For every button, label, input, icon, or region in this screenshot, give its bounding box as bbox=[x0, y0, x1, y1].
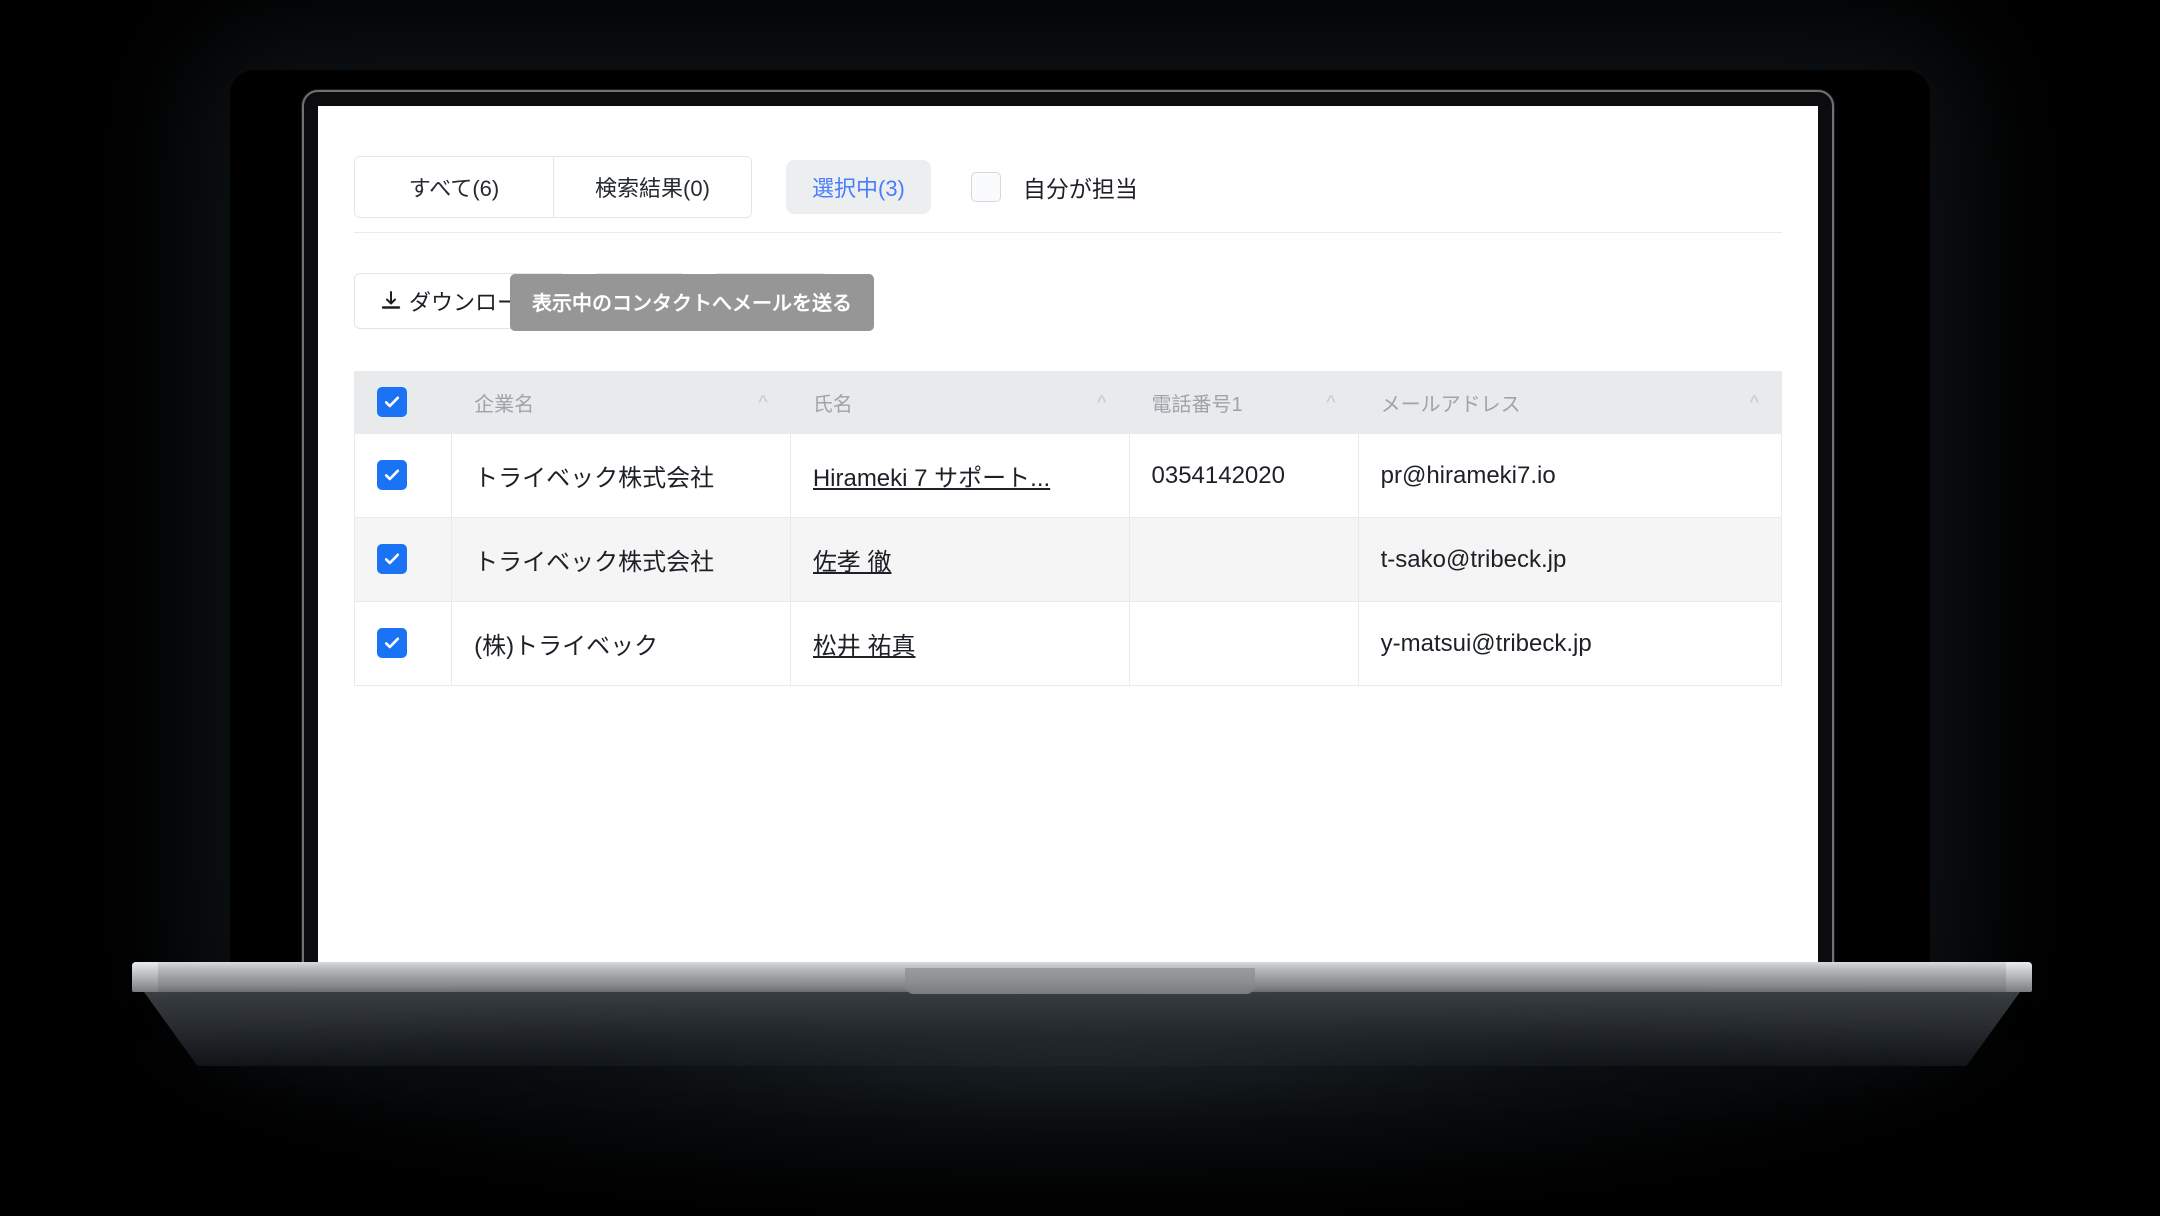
header-company[interactable]: 企業名 ^ bbox=[451, 371, 791, 434]
tab-all[interactable]: すべて(6) bbox=[355, 157, 553, 217]
segmented-tab-group: すべて(6) 検索結果(0) bbox=[354, 156, 752, 218]
table-body: トライベック株式会社 Hirameki 7 サポート... 0354142020… bbox=[353, 433, 1783, 686]
owner-filter-label: 自分が担当 bbox=[1022, 176, 1138, 202]
cell-name: 松井 祐真 bbox=[789, 601, 1130, 686]
header-email[interactable]: メールアドレス ^ bbox=[1357, 371, 1783, 434]
cell-company: トライベック株式会社 bbox=[451, 433, 791, 518]
contact-name-link[interactable]: 松井 祐真 bbox=[813, 626, 1107, 661]
row-select-cell bbox=[353, 517, 453, 602]
cell-phone bbox=[1128, 601, 1359, 686]
tab-selected-count[interactable]: 選択中(3) bbox=[786, 160, 931, 214]
cell-company: (株)トライベック bbox=[451, 601, 791, 686]
sort-asc-icon[interactable]: ^ bbox=[758, 393, 767, 413]
cell-email: y-matsui@tribeck.jp bbox=[1357, 601, 1783, 686]
cell-phone bbox=[1128, 517, 1359, 602]
row-select-cell bbox=[353, 433, 453, 518]
laptop-screen-bezel: すべて(6) 検索結果(0) 選択中(3) 自分が担当 表示中のコンタクトへメー… bbox=[302, 90, 1834, 968]
table-row: (株)トライベック 松井 祐真 y-matsui@tribeck.jp bbox=[353, 601, 1783, 686]
laptop-base-notch bbox=[905, 968, 1255, 994]
header-company-label: 企業名 bbox=[474, 394, 535, 416]
header-phone[interactable]: 電話番号1 ^ bbox=[1128, 371, 1359, 434]
table-header-row: 企業名 ^ 氏名 ^ 電話番号1 ^ メールアドレス ^ bbox=[353, 371, 1783, 434]
table-row: トライベック株式会社 佐孝 徹 t-sako@tribeck.jp bbox=[353, 517, 1783, 602]
row-checkbox[interactable] bbox=[377, 543, 407, 574]
table-row: トライベック株式会社 Hirameki 7 サポート... 0354142020… bbox=[353, 433, 1783, 518]
owner-filter-checkbox[interactable] bbox=[970, 172, 1001, 202]
tab-search-results[interactable]: 検索結果(0) bbox=[553, 157, 751, 217]
cell-email: pr@hirameki7.io bbox=[1357, 433, 1783, 518]
header-phone-label: 電話番号1 bbox=[1151, 394, 1243, 416]
cell-phone: 0354142020 bbox=[1128, 433, 1359, 518]
cell-email: t-sako@tribeck.jp bbox=[1357, 517, 1783, 602]
owner-filter-checkbox-group[interactable]: 自分が担当 bbox=[970, 170, 1138, 204]
table-header: 企業名 ^ 氏名 ^ 電話番号1 ^ メールアドレス ^ bbox=[353, 371, 1783, 434]
contact-name-link[interactable]: 佐孝 徹 bbox=[813, 542, 1107, 577]
laptop-screen: すべて(6) 検索結果(0) 選択中(3) 自分が担当 表示中のコンタクトへメー… bbox=[318, 106, 1818, 968]
tab-search-results-label: 検索結果(0) bbox=[595, 176, 710, 201]
sort-asc-icon[interactable]: ^ bbox=[1750, 393, 1759, 413]
contact-name-link[interactable]: Hirameki 7 サポート... bbox=[813, 458, 1107, 493]
section-divider bbox=[354, 232, 1782, 233]
laptop-drop-shadow bbox=[120, 1035, 2040, 1205]
tab-all-label: すべて(6) bbox=[408, 176, 500, 201]
contacts-table: 企業名 ^ 氏名 ^ 電話番号1 ^ メールアドレス ^ トライベック株式会社 … bbox=[353, 371, 1783, 686]
crm-contacts-app: すべて(6) 検索結果(0) 選択中(3) 自分が担当 表示中のコンタクトへメー… bbox=[318, 106, 1818, 968]
select-all-checkbox[interactable] bbox=[377, 387, 407, 417]
cell-company: トライベック株式会社 bbox=[451, 517, 791, 602]
cell-name: Hirameki 7 サポート... bbox=[789, 433, 1130, 518]
laptop-mockup: すべて(6) 検索結果(0) 選択中(3) 自分が担当 表示中のコンタクトへメー… bbox=[0, 0, 2160, 1216]
row-checkbox[interactable] bbox=[377, 459, 407, 490]
download-icon bbox=[379, 289, 403, 313]
filter-tab-row: すべて(6) 検索結果(0) 選択中(3) 自分が担当 bbox=[354, 156, 1818, 218]
header-email-label: メールアドレス bbox=[1380, 394, 1521, 416]
row-checkbox[interactable] bbox=[377, 627, 407, 658]
sort-asc-icon[interactable]: ^ bbox=[1097, 393, 1106, 413]
mail-button-tooltip: 表示中のコンタクトへメールを送る bbox=[510, 274, 874, 331]
content-area: すべて(6) 検索結果(0) 選択中(3) 自分が担当 表示中のコンタクトへメー… bbox=[353, 156, 1818, 968]
cell-name: 佐孝 徹 bbox=[789, 517, 1130, 602]
sort-asc-icon[interactable]: ^ bbox=[1326, 393, 1335, 413]
header-name[interactable]: 氏名 ^ bbox=[789, 371, 1130, 434]
select-all-header-cell bbox=[353, 371, 453, 434]
row-select-cell bbox=[353, 601, 453, 686]
header-name-label: 氏名 bbox=[812, 394, 853, 416]
tooltip-text: 表示中のコンタクトへメールを送る bbox=[532, 293, 852, 315]
tab-selected-label: 選択中(3) bbox=[812, 176, 905, 201]
